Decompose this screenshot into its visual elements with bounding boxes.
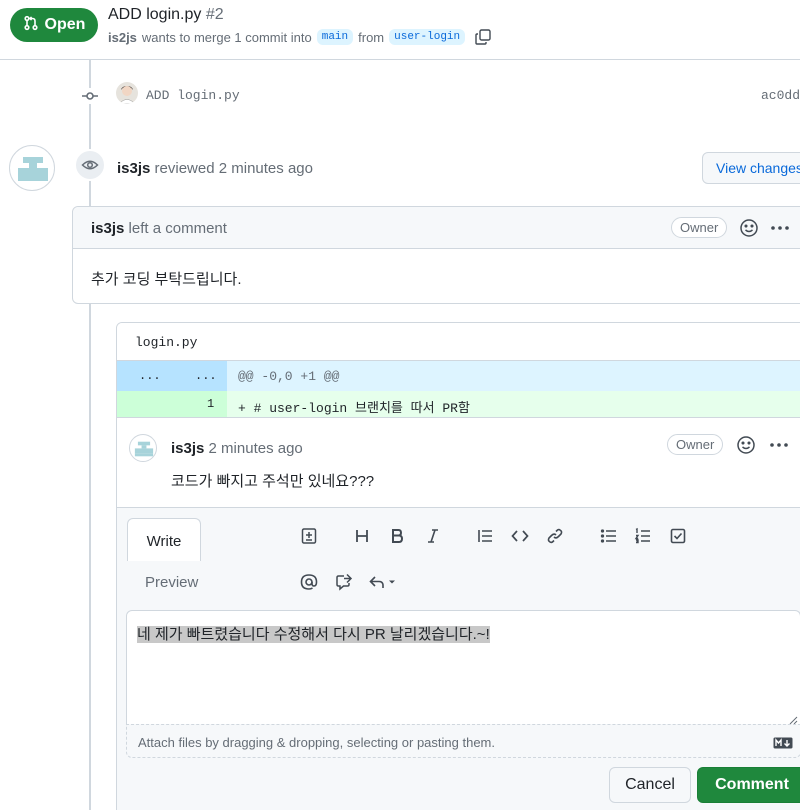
inline-comment-author[interactable]: is3js bbox=[171, 440, 204, 457]
reviewer-name[interactable]: is3js bbox=[117, 160, 150, 177]
review-comment-author: is3js left a comment bbox=[91, 220, 227, 237]
pr-title: ADD login.py #2 bbox=[108, 6, 224, 24]
review-thread: login.py ... ... @@ -0,0 +1 @@ 1 + # use… bbox=[116, 322, 800, 810]
smiley-icon[interactable] bbox=[739, 218, 759, 238]
addition-gutter: 1 bbox=[117, 391, 227, 417]
smiley-icon[interactable] bbox=[736, 435, 756, 455]
cancel-button[interactable]: Cancel bbox=[609, 767, 691, 803]
cross-reference-icon[interactable] bbox=[333, 571, 355, 593]
mention-icon[interactable] bbox=[298, 571, 320, 593]
pr-number: #2 bbox=[205, 6, 224, 23]
unordered-list-icon[interactable] bbox=[598, 525, 620, 547]
commit-sha-link[interactable]: ac0dd9 bbox=[761, 88, 800, 103]
view-changes-button[interactable]: View changes bbox=[702, 152, 800, 184]
inline-comment-avatar[interactable] bbox=[129, 434, 157, 462]
commit-item: ADD login.py ac0dd9 bbox=[0, 78, 800, 114]
diff-addition-row: 1 + # user-login 브랜치를 따서 PR함 bbox=[117, 391, 800, 417]
pr-author-link[interactable]: is2js bbox=[108, 30, 137, 45]
attach-files-bar[interactable]: Attach files by dragging & dropping, sel… bbox=[126, 724, 800, 758]
line-number[interactable]: 1 bbox=[207, 397, 214, 411]
comment-editor: Write Preview 네 제가 빠트렸습니다 수정해서 다시 PR 날리겠… bbox=[117, 507, 800, 810]
pull-request-icon bbox=[23, 15, 39, 36]
added-line-code: + # user-login 브랜치를 따서 PR함 bbox=[238, 401, 470, 416]
heading-insert-icon[interactable] bbox=[298, 525, 320, 547]
inline-comment: is3js 2 minutes ago Owner 코드가 빠지고 주석만 있네… bbox=[117, 417, 800, 507]
quote-icon[interactable] bbox=[474, 525, 496, 547]
comment-author-name[interactable]: is3js bbox=[91, 220, 124, 237]
heading-icon[interactable] bbox=[351, 525, 373, 547]
pr-merge-info: is2js wants to merge 1 commit into main … bbox=[108, 28, 492, 46]
markdown-icon[interactable] bbox=[773, 736, 793, 749]
thread-file-header: login.py bbox=[117, 323, 800, 361]
code-icon[interactable] bbox=[509, 525, 531, 547]
pr-header: Open ADD login.py #2 is2js wants to merg… bbox=[0, 0, 800, 60]
hunk-expand-left[interactable]: ... bbox=[139, 369, 161, 383]
kebab-horizontal-icon[interactable] bbox=[770, 218, 790, 238]
comment-textarea[interactable]: 네 제가 빠트렸습니다 수정해서 다시 PR 날리겠습니다.~! bbox=[126, 610, 800, 725]
comment-submit-button[interactable]: Comment bbox=[697, 767, 800, 803]
hunk-header: @@ -0,0 +1 @@ bbox=[238, 369, 340, 384]
diff-hunk-row: ... ... @@ -0,0 +1 @@ bbox=[117, 361, 800, 391]
review-comment-body: 추가 코딩 부탁드립니다. bbox=[91, 271, 242, 288]
owner-badge: Owner bbox=[667, 434, 724, 455]
review-event: is3js reviewed 2 minutes ago bbox=[117, 160, 313, 177]
italic-icon[interactable] bbox=[422, 525, 444, 547]
review-comment: is3js left a comment Owner 추가 코딩 부탁드립니다. bbox=[72, 206, 800, 304]
base-branch[interactable]: main bbox=[316, 29, 354, 45]
from-text: from bbox=[358, 29, 385, 45]
commit-message-link[interactable]: ADD login.py bbox=[146, 88, 240, 103]
pr-state-badge: Open bbox=[10, 8, 98, 42]
inline-comment-body: 코드가 빠지고 주석만 있네요??? bbox=[171, 473, 375, 490]
tab-write[interactable]: Write bbox=[127, 518, 201, 561]
tab-preview[interactable]: Preview bbox=[127, 566, 217, 600]
ordered-list-icon[interactable] bbox=[632, 525, 654, 547]
attach-files-hint: Attach files by dragging & dropping, sel… bbox=[138, 735, 495, 750]
hunk-expand-right[interactable]: ... bbox=[195, 369, 217, 383]
kebab-horizontal-icon[interactable] bbox=[769, 435, 789, 455]
inline-comment-time[interactable]: 2 minutes ago bbox=[209, 440, 303, 457]
owner-badge: Owner bbox=[671, 217, 728, 238]
inline-comment-meta: is3js 2 minutes ago bbox=[171, 440, 303, 457]
file-name[interactable]: login.py bbox=[135, 335, 197, 350]
reviewer-avatar[interactable] bbox=[9, 145, 55, 191]
comment-textarea-value: 네 제가 빠트렸습니다 수정해서 다시 PR 날리겠습니다.~! bbox=[137, 626, 490, 643]
link-icon[interactable] bbox=[544, 525, 566, 547]
commit-author-avatar[interactable] bbox=[116, 82, 138, 104]
task-list-icon[interactable] bbox=[667, 525, 689, 547]
comment-action: left a comment bbox=[128, 220, 227, 237]
hunk-gutter: ... ... bbox=[117, 361, 227, 391]
eye-icon bbox=[74, 149, 106, 181]
saved-replies-icon[interactable] bbox=[367, 571, 401, 593]
head-branch[interactable]: user-login bbox=[389, 29, 466, 45]
pr-title-text: ADD login.py bbox=[108, 6, 202, 23]
review-action: reviewed 2 minutes ago bbox=[154, 160, 313, 177]
bold-icon[interactable] bbox=[386, 525, 408, 547]
merge-text: wants to merge 1 commit into bbox=[141, 29, 312, 45]
review-comment-header: is3js left a comment Owner bbox=[73, 207, 800, 249]
resize-handle-icon[interactable] bbox=[788, 712, 798, 725]
git-commit-icon bbox=[82, 88, 98, 104]
pr-state-label: Open bbox=[44, 16, 86, 33]
copy-icon[interactable] bbox=[474, 28, 492, 46]
